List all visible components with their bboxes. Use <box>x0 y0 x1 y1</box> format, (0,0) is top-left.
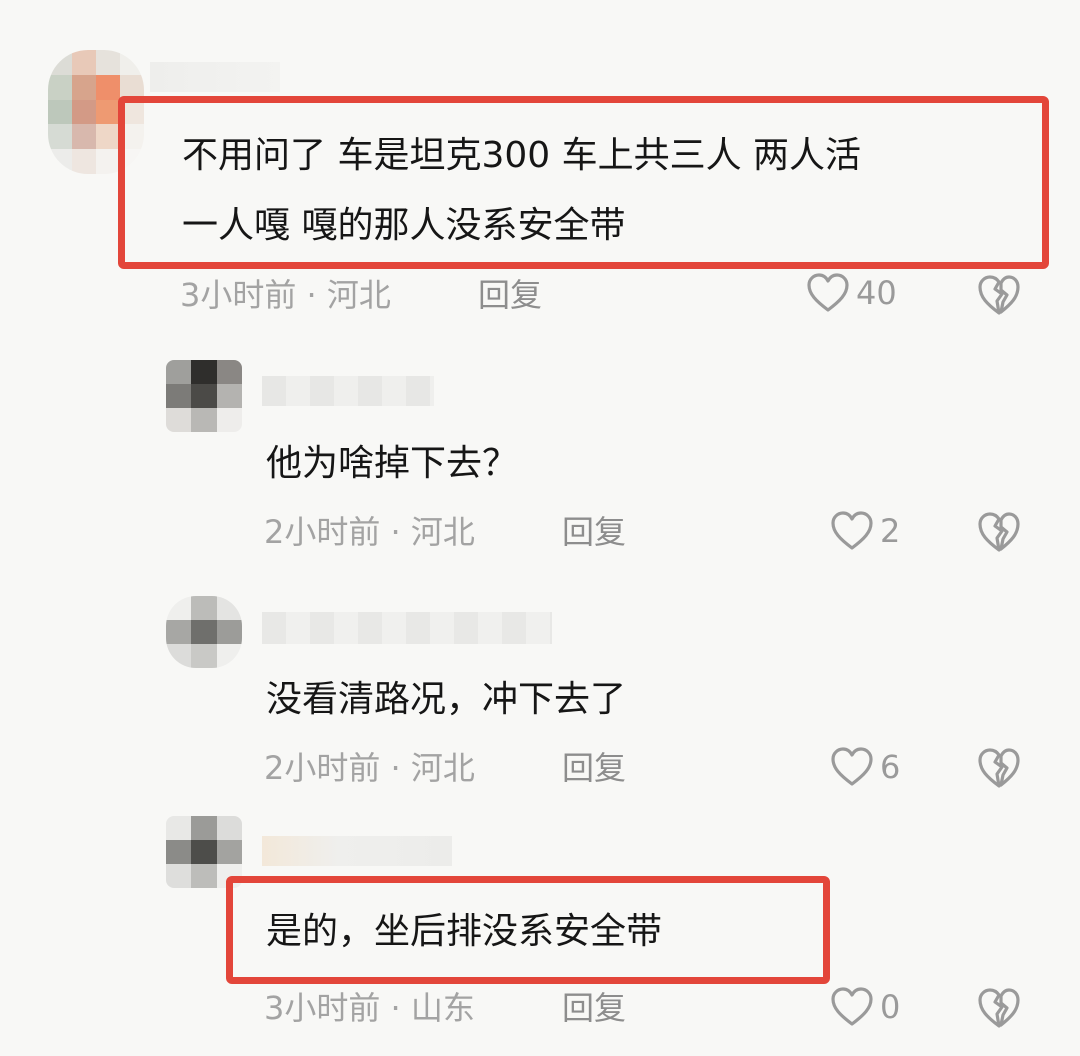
time-location: 3小时前 · 河北 <box>180 276 391 314</box>
time-location: 3小时前 · 山东 <box>264 989 475 1027</box>
broken-heart-icon[interactable] <box>976 510 1022 554</box>
like-count: 2 <box>880 512 901 550</box>
reply-button[interactable]: 回复 <box>562 748 626 788</box>
comment-text-line: 不用问了 车是坦克300 车上共三人 两人活 <box>182 135 862 176</box>
comment-text-line: 他为啥掉下去？ <box>266 443 519 484</box>
like-button[interactable]: 0 <box>830 986 900 1028</box>
heart-outline-icon <box>831 987 873 1026</box>
heart-outline-icon <box>831 511 873 550</box>
time-location: 2小时前 · 河北 <box>264 513 475 551</box>
comment-text-line: 没看清路况，冲下去了 <box>266 679 627 720</box>
avatar[interactable] <box>166 360 242 432</box>
comment-text-line: 一人嘎 嘎的那人没系安全带 <box>182 205 626 246</box>
like-count: 0 <box>880 988 901 1026</box>
heart-outline-icon <box>831 747 873 786</box>
reply-button[interactable]: 回复 <box>562 512 626 552</box>
username-blurred[interactable] <box>150 62 280 92</box>
like-count: 6 <box>880 748 901 786</box>
like-count: 40 <box>856 274 897 312</box>
avatar[interactable] <box>166 596 242 668</box>
reply-button[interactable]: 回复 <box>562 988 626 1028</box>
time-location: 2小时前 · 河北 <box>264 749 475 787</box>
like-button[interactable]: 40 <box>806 272 897 314</box>
broken-heart-icon[interactable] <box>976 746 1022 790</box>
like-button[interactable]: 2 <box>830 510 900 552</box>
heart-outline-icon <box>807 273 849 312</box>
username-blurred[interactable] <box>262 836 452 866</box>
reply-button[interactable]: 回复 <box>478 275 542 315</box>
username-blurred[interactable] <box>262 376 434 406</box>
broken-heart-icon[interactable] <box>976 986 1022 1030</box>
comment-text-line: 是的，坐后排没系安全带 <box>266 911 663 952</box>
like-button[interactable]: 6 <box>830 746 900 788</box>
broken-heart-icon[interactable] <box>976 273 1022 317</box>
username-blurred[interactable] <box>262 612 552 644</box>
